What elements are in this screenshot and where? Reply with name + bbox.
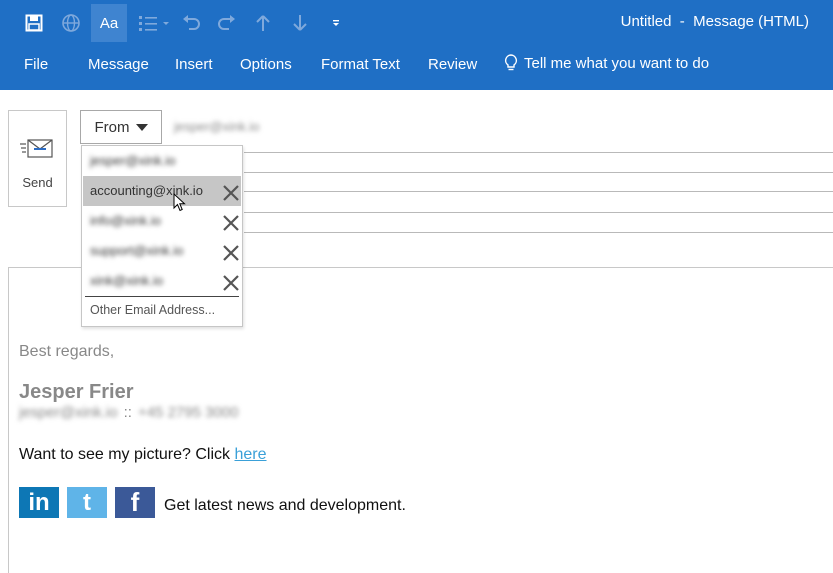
signature-name: Jesper Frier bbox=[19, 381, 134, 403]
dropdown-item-label: jesper@xink.io bbox=[90, 153, 176, 168]
tab-file[interactable]: File bbox=[24, 56, 48, 73]
send-label: Send bbox=[22, 175, 53, 190]
signature-greeting: Best regards, bbox=[19, 343, 115, 360]
remove-icon[interactable] bbox=[221, 273, 241, 293]
subject-field[interactable] bbox=[244, 212, 833, 213]
tab-options[interactable]: Options bbox=[240, 56, 292, 73]
to-field[interactable] bbox=[244, 152, 833, 153]
picture-text: Want to see my picture? Click bbox=[19, 446, 231, 463]
tab-format-text[interactable]: Format Text bbox=[321, 56, 400, 73]
dropdown-item-label: xink@xink.io bbox=[90, 273, 164, 288]
format-text-icon[interactable]: Aa bbox=[91, 4, 127, 42]
other-email-address-item[interactable]: Other Email Address... bbox=[90, 303, 215, 317]
tell-me-search[interactable]: Tell me what you want to do bbox=[504, 54, 709, 72]
up-arrow-icon[interactable] bbox=[245, 4, 281, 42]
signature-separator: :: bbox=[123, 404, 132, 421]
remove-icon[interactable] bbox=[221, 183, 241, 203]
bcc-field[interactable] bbox=[244, 191, 833, 192]
customize-icon[interactable] bbox=[318, 4, 354, 42]
dropdown-item-label: support@xink.io bbox=[90, 243, 184, 258]
news-text: Get latest news and development. bbox=[164, 497, 406, 514]
signature-email: jesper@xink.io bbox=[19, 404, 118, 421]
from-label: From bbox=[94, 118, 130, 136]
globe-icon[interactable] bbox=[53, 4, 89, 42]
remove-icon[interactable] bbox=[221, 213, 241, 233]
signature-contact: jesper@xink.io :: +45 2795 3000 bbox=[19, 404, 238, 421]
field-divider bbox=[244, 232, 833, 233]
tab-message[interactable]: Message bbox=[88, 56, 149, 73]
send-icon bbox=[20, 139, 53, 158]
lightbulb-icon bbox=[504, 54, 518, 71]
undo-icon[interactable] bbox=[173, 4, 209, 42]
dropdown-item[interactable]: support@xink.io bbox=[83, 236, 241, 266]
tab-insert[interactable]: Insert bbox=[175, 56, 213, 73]
ribbon-tabs: File Message Insert Options Format Text … bbox=[0, 44, 833, 90]
tab-review[interactable]: Review bbox=[428, 56, 477, 73]
from-dropdown: jesper@xink.io accounting@xink.io info@x… bbox=[81, 145, 243, 327]
dropdown-divider bbox=[85, 296, 239, 297]
send-button[interactable]: Send bbox=[8, 110, 67, 207]
save-icon[interactable] bbox=[16, 4, 52, 42]
window-title: Untitled - Message (HTML) bbox=[620, 13, 809, 30]
from-address: jesper@xink.io bbox=[174, 119, 260, 134]
cc-field[interactable] bbox=[244, 172, 833, 173]
tell-me-label: Tell me what you want to do bbox=[524, 54, 710, 72]
mouse-cursor-icon bbox=[173, 193, 186, 212]
dropdown-item[interactable]: jesper@xink.io bbox=[83, 146, 241, 176]
down-arrow-icon[interactable] bbox=[282, 4, 318, 42]
dropdown-item[interactable]: accounting@xink.io bbox=[83, 176, 241, 206]
title-bar: Aa Untitled - Message (HTML) bbox=[0, 0, 833, 44]
remove-icon[interactable] bbox=[221, 243, 241, 263]
from-button[interactable]: From bbox=[80, 110, 162, 144]
dropdown-item-label: info@xink.io bbox=[90, 213, 162, 228]
dropdown-item[interactable]: xink@xink.io bbox=[83, 266, 241, 296]
twitter-icon[interactable]: t bbox=[67, 487, 107, 518]
picture-link[interactable]: here bbox=[234, 446, 266, 463]
chevron-down-icon bbox=[135, 123, 148, 131]
bullet-list-icon[interactable] bbox=[134, 4, 174, 42]
dropdown-item[interactable]: info@xink.io bbox=[83, 206, 241, 236]
picture-line: Want to see my picture? Click here bbox=[19, 446, 267, 464]
linkedin-icon[interactable]: in bbox=[19, 487, 59, 518]
redo-icon[interactable] bbox=[209, 4, 245, 42]
signature-phone: +45 2795 3000 bbox=[137, 404, 239, 421]
facebook-icon[interactable]: f bbox=[115, 487, 155, 518]
